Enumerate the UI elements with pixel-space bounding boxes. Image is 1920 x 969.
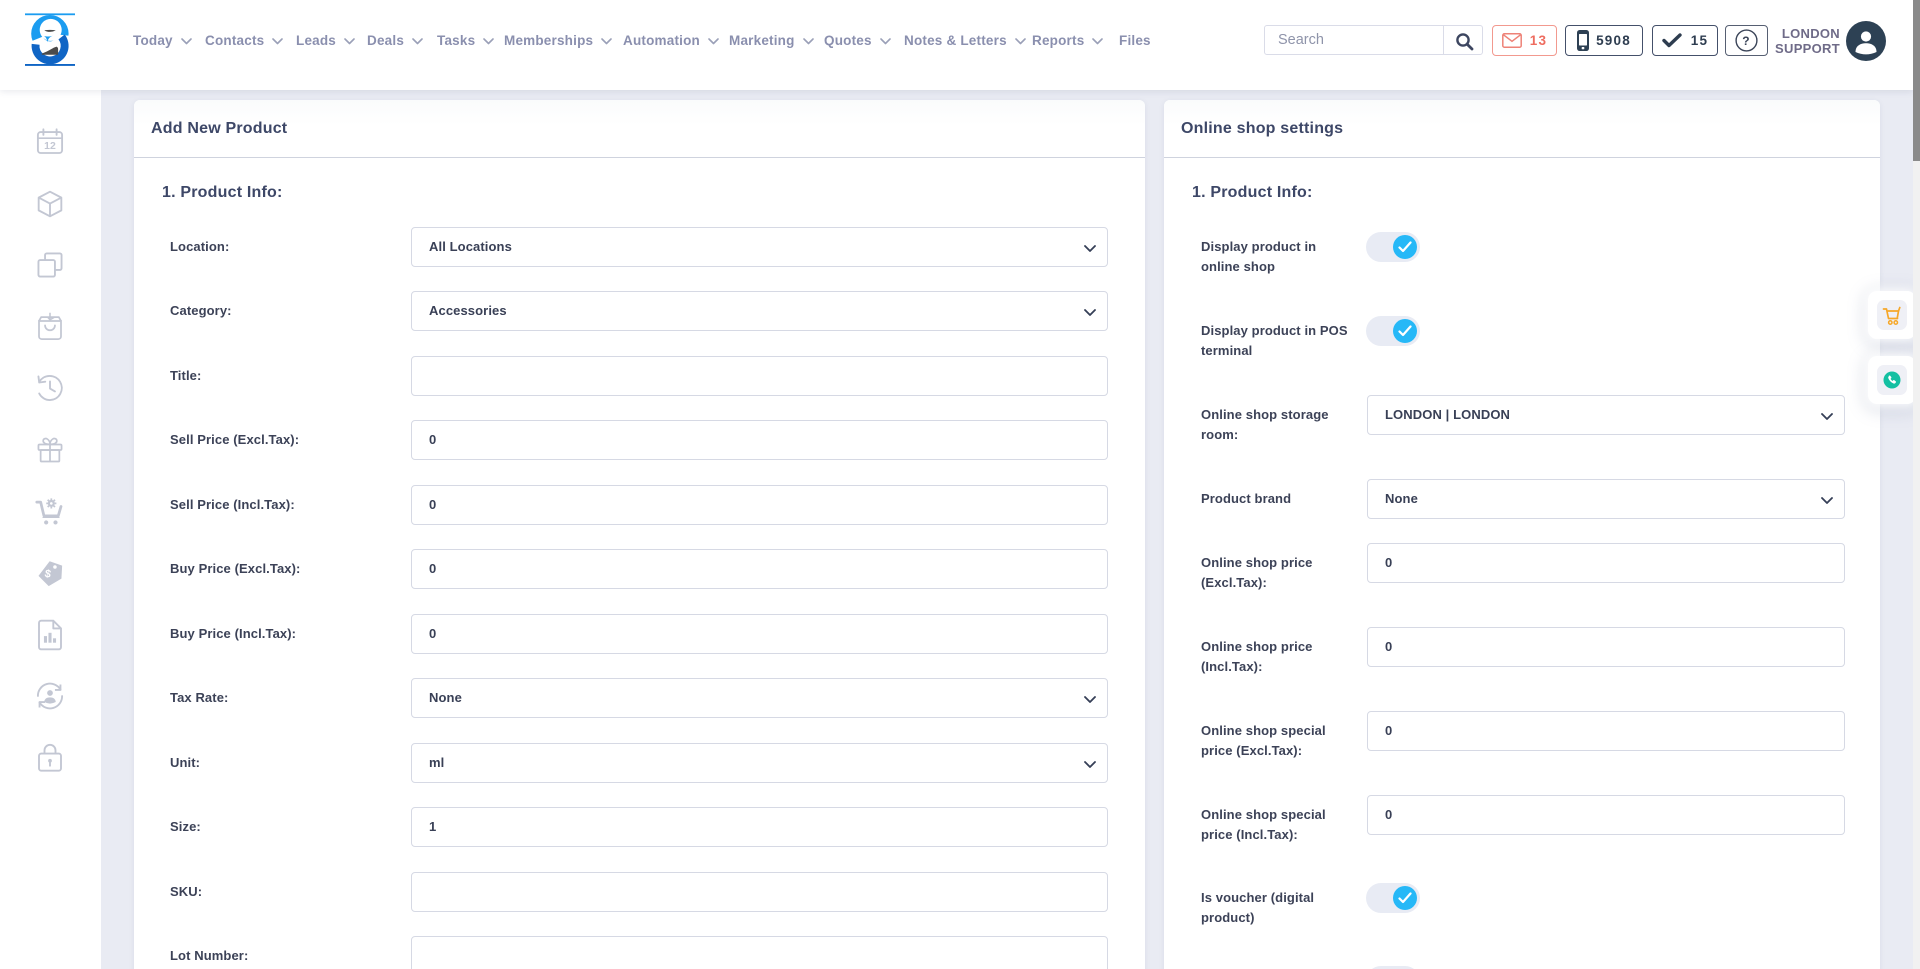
svg-text:12: 12 — [44, 141, 56, 152]
svg-text:?: ? — [1742, 34, 1751, 48]
